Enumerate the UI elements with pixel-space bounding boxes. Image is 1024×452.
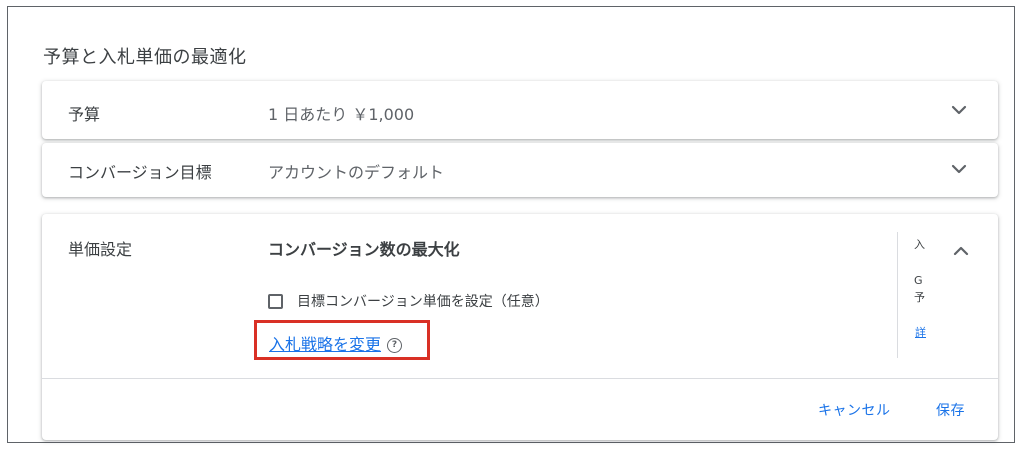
section-title: 予算と入札単価の最適化 [43,47,247,68]
bidding-label: 単価設定 [68,240,133,259]
side-panel-divider [897,232,898,358]
bidding-card: 単価設定 コンバージョン数の最大化 目標コンバージョン単価を設定（任意） 入札戦… [42,214,998,440]
side-panel-text: 入 [914,238,925,251]
target-cpa-checkbox[interactable] [268,293,283,309]
chevron-up-icon[interactable] [950,240,972,262]
budget-card[interactable]: 予算 1 日あたり ￥1,000 [42,81,998,139]
chevron-down-icon[interactable] [948,158,970,180]
side-panel-text: G [914,274,923,287]
conversion-goal-card[interactable]: コンバージョン目標 アカウントのデフォルト [42,143,998,197]
conversion-goal-label: コンバージョン目標 [68,163,212,182]
target-cpa-label: 目標コンバージョン単価を設定（任意） [297,294,549,310]
chevron-down-icon[interactable] [948,99,970,121]
budget-label: 予算 [68,105,101,124]
change-bid-strategy-link[interactable]: 入札戦略を変更? [269,331,403,355]
save-button[interactable]: 保存 [936,400,965,420]
frame: 予算と入札単価の最適化 予算 1 日あたり ￥1,000 コンバージョン目標 ア… [7,6,1015,443]
side-panel-link[interactable]: 詳 [915,324,926,340]
target-cpa-option[interactable]: 目標コンバージョン単価を設定（任意） [268,291,549,311]
bid-strategy-name: コンバージョン数の最大化 [268,240,460,259]
side-panel-text: 予 [914,291,925,304]
actions-divider [42,378,998,379]
highlight-box: 入札戦略を変更? [254,320,430,360]
cancel-button[interactable]: キャンセル [818,400,891,420]
change-bid-strategy-text: 入札戦略を変更 [269,335,382,354]
conversion-goal-value: アカウントのデフォルト [268,163,445,182]
budget-value: 1 日あたり ￥1,000 [268,105,415,124]
help-circle-icon[interactable]: ? [387,338,403,353]
